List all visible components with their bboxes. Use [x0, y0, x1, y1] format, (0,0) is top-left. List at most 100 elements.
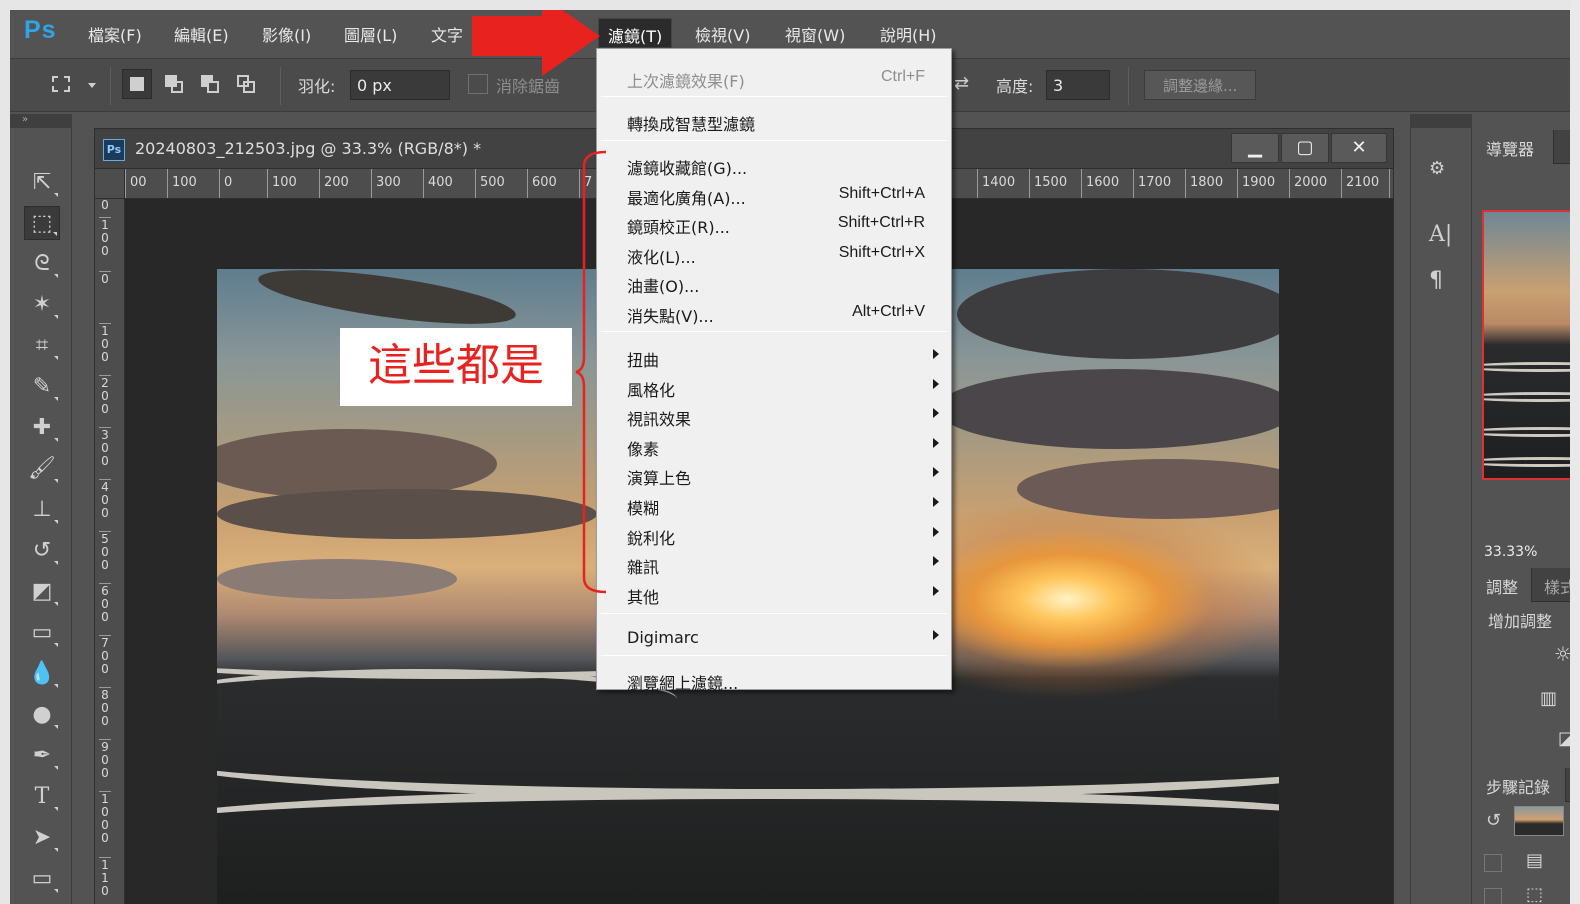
cloud [217, 489, 597, 539]
eraser-tool-icon[interactable]: ◩ [24, 575, 60, 609]
ruler-tick-label: 2000 [1289, 169, 1327, 198]
ruler-tick-label: 100 [267, 169, 297, 198]
ruler-tick-label: 1000 [99, 791, 111, 845]
ruler-tick-label: 900 [99, 739, 111, 780]
menu-help[interactable]: 說明(H) [880, 22, 937, 46]
menu-item-other[interactable]: 其他 [597, 580, 951, 608]
brush-tool-icon[interactable]: 🖌 [24, 452, 60, 486]
menu-item-stylize[interactable]: 風格化 [597, 373, 951, 401]
outer-background [1570, 0, 1580, 904]
cloud [937, 369, 1279, 449]
history-state-icon[interactable]: ▤ [1526, 850, 1543, 871]
history-brush-tool-icon[interactable]: ↺ [24, 534, 60, 568]
add-to-selection-icon[interactable] [164, 74, 186, 96]
healing-brush-tool-icon[interactable]: ✚ [24, 411, 60, 445]
submenu-arrow-icon [933, 438, 939, 448]
cloud [255, 269, 519, 335]
path-selection-tool-icon[interactable]: ➤ [24, 821, 60, 855]
type-tool-icon[interactable]: T [24, 780, 60, 814]
height-input[interactable]: 3 [1046, 70, 1110, 100]
menu-item-video[interactable]: 視訊效果 [597, 402, 951, 430]
menu-item-label: 濾鏡收藏館(G)... [627, 159, 748, 178]
rectangular-marquee-tool-icon[interactable]: ⬚ [24, 206, 60, 240]
close-button[interactable]: ✕ [1331, 133, 1387, 163]
refine-edge-button[interactable]: 調整邊緣... [1144, 70, 1257, 100]
vertical-ruler: 0 100 0 100 200 300 400 500 600 700 800 900 1000 110 [95, 199, 125, 904]
thumbnail-river [1484, 392, 1578, 402]
ruler-tick-label: 0 [219, 169, 232, 198]
menu-item-blur[interactable]: 模糊 [597, 491, 951, 519]
menu-layer[interactable]: 圖層(L) [344, 22, 397, 46]
maximize-button[interactable]: ▢ [1281, 133, 1329, 163]
menu-item-pixelate[interactable]: 像素 [597, 432, 951, 460]
dodge-tool-icon[interactable]: ● [24, 698, 60, 732]
ruler-tick-label: 300 [99, 427, 111, 468]
lasso-tool-icon[interactable]: ᘓ [24, 247, 60, 281]
menu-item-vanishing-point[interactable]: 消失點(V)... Alt+Ctrl+V [597, 299, 951, 327]
menu-edit[interactable]: 編輯(E) [174, 22, 229, 46]
layer-comps-icon[interactable]: ⚙ [1429, 158, 1445, 179]
antialias-checkbox[interactable] [468, 74, 488, 94]
magic-wand-tool-icon[interactable]: ✶ [24, 288, 60, 322]
tab-adjustments[interactable]: 調整 [1486, 574, 1518, 598]
submenu-arrow-icon [933, 556, 939, 566]
ruler-tick-label: 800 [99, 687, 111, 728]
marquee-preset-icon[interactable] [50, 74, 72, 96]
clone-stamp-tool-icon[interactable]: ⊥ [24, 493, 60, 527]
ruler-tick-label: 1600 [1081, 169, 1119, 198]
rectangle-tool-icon[interactable]: ▭ [24, 862, 60, 896]
menu-item-sharpen[interactable]: 銳利化 [597, 521, 951, 549]
pen-tool-icon[interactable]: ✒ [24, 739, 60, 773]
intersect-selection-icon[interactable] [236, 74, 258, 96]
menu-type[interactable]: 文字 [431, 22, 463, 46]
menu-separator [601, 331, 947, 332]
menu-item-browse-filters-online[interactable]: 瀏覽網上濾鏡... [597, 666, 951, 694]
ruler-corner [95, 169, 125, 199]
menu-item-render[interactable]: 演算上色 [597, 461, 951, 489]
menu-file[interactable]: 檔案(F) [88, 22, 142, 46]
menu-item-adaptive-wide-angle[interactable]: 最適化廣角(A)... Shift+Ctrl+A [597, 181, 951, 209]
menu-item-label: Digimarc [627, 628, 699, 647]
ruler-tick-label: 400 [99, 479, 111, 520]
menu-item-liquify[interactable]: 液化(L)... Shift+Ctrl+X [597, 240, 951, 268]
panel-collapse-icon[interactable] [1411, 114, 1471, 128]
menu-item-oil-paint[interactable]: 油畫(O)... [597, 269, 951, 297]
subtract-from-selection-icon[interactable] [200, 74, 222, 96]
history-snapshot-thumbnail[interactable] [1514, 806, 1564, 836]
new-selection-button[interactable] [122, 69, 152, 99]
paragraph-panel-icon[interactable]: ¶ [1429, 268, 1443, 293]
blur-tool-icon[interactable]: 💧 [24, 657, 60, 691]
history-checkbox[interactable] [1484, 854, 1502, 872]
character-panel-icon[interactable]: A| [1429, 222, 1452, 247]
menu-item-convert-smart-filters[interactable]: 轉換成智慧型濾鏡 [597, 107, 951, 135]
menu-item-digimarc[interactable]: Digimarc [597, 624, 951, 652]
menu-item-label: 其他 [627, 588, 660, 607]
history-brush-source-icon[interactable]: ↺ [1486, 810, 1501, 831]
menu-item-filter-gallery[interactable]: 濾鏡收藏館(G)... [597, 151, 951, 179]
move-tool-icon[interactable]: ⇱ [24, 166, 60, 200]
preset-dropdown-arrow-icon[interactable] [88, 83, 96, 88]
history-marquee-icon[interactable]: ⬚ [1526, 884, 1543, 904]
gradient-tool-icon[interactable]: ▭ [24, 616, 60, 650]
tab-navigator[interactable]: 導覽器 [1486, 136, 1534, 160]
menu-item-distort[interactable]: 扭曲 [597, 343, 951, 371]
history-checkbox[interactable] [1484, 888, 1502, 904]
navigator-thumbnail[interactable] [1482, 210, 1580, 480]
menu-image[interactable]: 影像(I) [262, 22, 311, 46]
feather-input[interactable]: 0 px [350, 70, 450, 100]
menu-item-noise[interactable]: 雜訊 [597, 550, 951, 578]
eyedropper-tool-icon[interactable]: ✎ [24, 370, 60, 404]
zoom-readout[interactable]: 33.33% [1484, 544, 1537, 560]
submenu-arrow-icon [933, 630, 939, 640]
tab-history[interactable]: 步驟記錄 [1486, 774, 1550, 798]
minimize-button[interactable]: ▁ [1231, 133, 1279, 163]
levels-icon[interactable]: ▥ [1540, 688, 1557, 709]
menu-window[interactable]: 視窗(W) [785, 22, 845, 46]
swap-dimensions-icon[interactable]: ⇄ [954, 73, 969, 94]
menu-view[interactable]: 檢視(V) [695, 22, 750, 46]
crop-tool-icon[interactable]: ⌗ [24, 329, 60, 363]
cloud [217, 559, 457, 599]
toolbox-collapse-icon[interactable]: » [10, 114, 72, 128]
menu-item-lens-correction[interactable]: 鏡頭校正(R)... Shift+Ctrl+R [597, 210, 951, 238]
menu-item-label: 油畫(O)... [627, 277, 700, 296]
